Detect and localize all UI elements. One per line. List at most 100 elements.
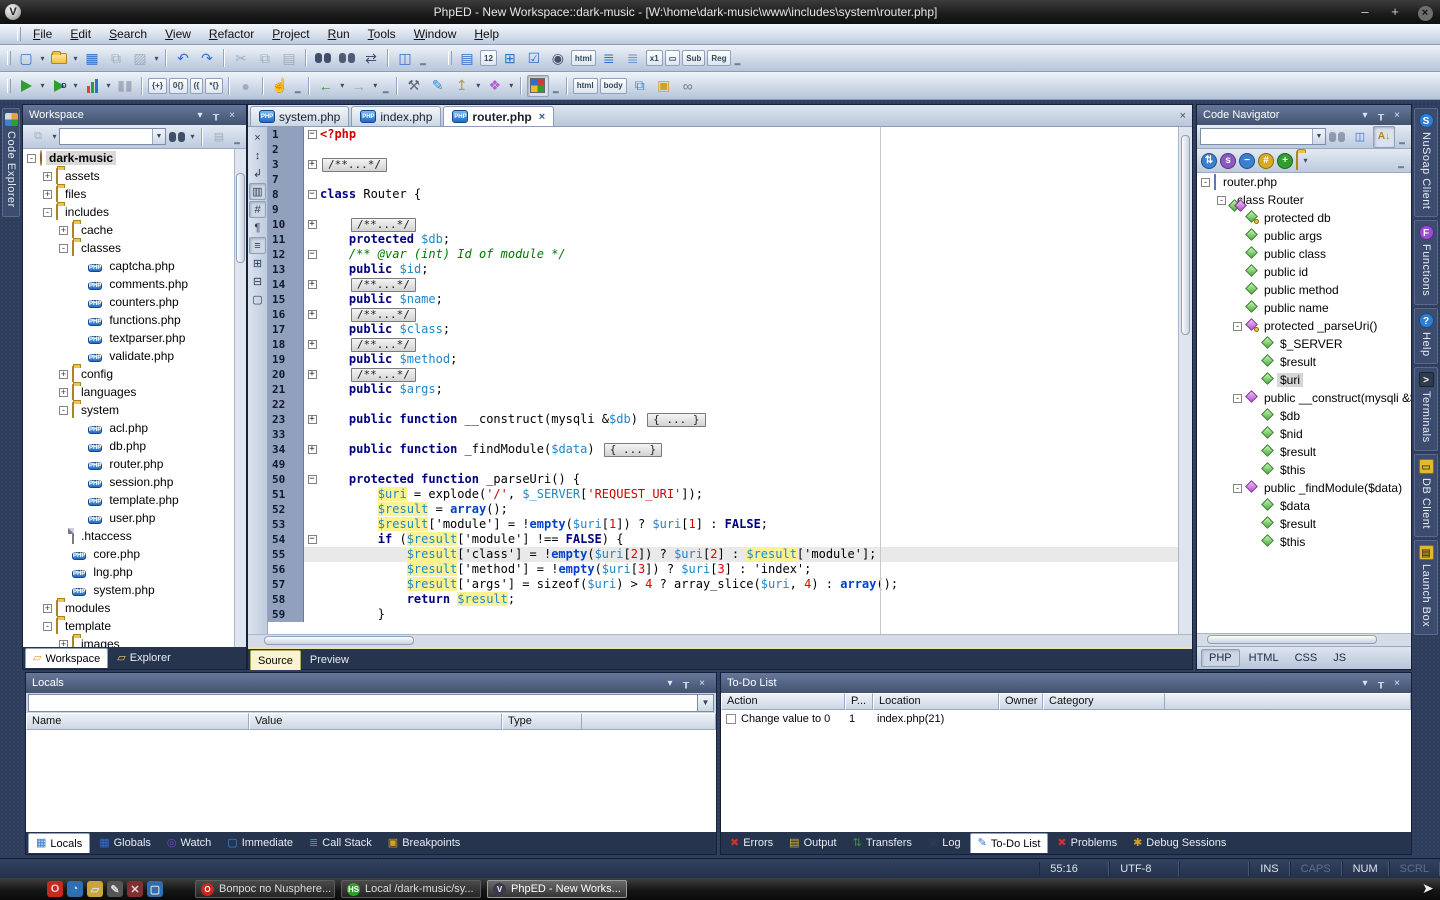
workspace-search-icon[interactable] [169, 132, 185, 142]
minimize-button[interactable]: – [1350, 3, 1380, 21]
column-header-location[interactable]: Location [873, 693, 999, 710]
clear-breakpoints-button[interactable]: *{} [205, 78, 222, 94]
todo-menu-icon[interactable]: ▾ [1357, 678, 1373, 689]
body-insert-button[interactable]: body [600, 78, 627, 94]
word-wrap-button[interactable]: ↲ [249, 165, 266, 182]
navigator-tree-item[interactable]: $this [1197, 533, 1411, 551]
code-line[interactable]: 21 public $args; [268, 382, 1178, 397]
navigator-menu-icon[interactable]: ▾ [1357, 110, 1373, 121]
code-line[interactable]: 55 $result['class'] = !empty($uri[2]) ? … [268, 547, 1178, 562]
checkbox-button[interactable]: ☑ [523, 47, 545, 69]
locals-pin-icon[interactable]: ┰ [678, 678, 694, 689]
fold-collapse-icon[interactable]: − [308, 535, 317, 544]
view-overflow[interactable]: ‗ [550, 75, 562, 97]
workspace-tree-item[interactable]: PHPacl.php [23, 419, 246, 437]
code-line[interactable]: 13 public $id; [268, 262, 1178, 277]
code-line[interactable]: 20+ /**...*/ [268, 367, 1178, 382]
close-button[interactable]: × [1410, 3, 1440, 21]
collapse-icon[interactable]: - [43, 208, 52, 217]
fold-expand-icon[interactable]: + [308, 340, 317, 349]
opera-quicklaunch-icon[interactable]: O [47, 881, 63, 897]
expand-icon[interactable]: + [59, 226, 68, 235]
code-line[interactable]: 54− if ($result['module'] !== FALSE) { [268, 532, 1178, 547]
menu-tools[interactable]: Tools [359, 25, 405, 43]
field-button[interactable]: ▭ [665, 50, 681, 66]
workspace-tree-item[interactable]: +config [23, 365, 246, 383]
workspace-mail-icon[interactable]: ▤ [208, 126, 230, 148]
find-button[interactable] [312, 47, 334, 69]
save-special-button[interactable]: ▨ [129, 47, 151, 69]
menu-refactor[interactable]: Refactor [200, 25, 263, 43]
expand-icon[interactable]: + [59, 640, 68, 648]
chevron-down-icon[interactable]: ▼ [1312, 129, 1325, 144]
code-line[interactable]: 11 protected $db; [268, 232, 1178, 247]
workspace-tree-item[interactable]: +cache [23, 221, 246, 239]
pan-button[interactable]: ☝ [269, 75, 291, 97]
todo-close-icon[interactable]: × [1389, 678, 1405, 689]
collapse-icon[interactable]: - [59, 244, 68, 253]
collapse-icon[interactable]: - [1233, 322, 1242, 331]
tab-css[interactable]: CSS [1288, 650, 1325, 666]
tab-html[interactable]: HTML [1242, 650, 1286, 666]
fold-collapse-icon[interactable]: − [308, 130, 317, 139]
todo-checkbox[interactable] [726, 714, 736, 724]
workspace-search-dropdown[interactable]: ▾ [188, 126, 197, 148]
stop-button[interactable]: ● [235, 75, 257, 97]
code-line[interactable]: 3+/**...*/ [268, 157, 1178, 172]
code-line[interactable]: 15 public $name; [268, 292, 1178, 307]
fold-expand-icon[interactable]: + [308, 445, 317, 454]
code-line[interactable]: 2 [268, 142, 1178, 157]
workspace-close-icon[interactable]: × [224, 110, 240, 121]
nav-overflow[interactable]: ‗ [380, 75, 392, 97]
code-line[interactable]: 33 [268, 427, 1178, 442]
workspace-tree-item[interactable]: +assets [23, 167, 246, 185]
editor-tab-index-php[interactable]: PHPindex.php [351, 106, 441, 126]
editor-tab-system-php[interactable]: PHPsystem.php [250, 106, 349, 126]
toolbar-overflow2[interactable]: ‗ [732, 47, 744, 69]
fold-collapse-icon[interactable]: − [308, 250, 317, 259]
run-in-debugger-dropdown[interactable]: ▾ [71, 75, 80, 97]
fold-expand-icon[interactable]: + [308, 280, 317, 289]
undo-button[interactable]: ↶ [172, 47, 194, 69]
navigator-search-icon[interactable] [1329, 132, 1345, 142]
folded-code-chip[interactable]: /**...*/ [322, 158, 387, 172]
workspace-tree-item[interactable]: PHProuter.php [23, 455, 246, 473]
code-line[interactable]: 23+ public function __construct(mysqli &… [268, 412, 1178, 427]
workspace-tree-item[interactable]: PHPtextparser.php [23, 329, 246, 347]
copy-button[interactable]: ⧉ [254, 47, 276, 69]
cut-button[interactable]: ✂ [230, 47, 252, 69]
expand-icon[interactable]: + [59, 388, 68, 397]
browser-quicklaunch-icon[interactable]: ◔ [67, 881, 83, 897]
toggle-breakpoint-button[interactable]: {+} [148, 78, 167, 94]
fold-collapse-icon[interactable]: − [308, 190, 317, 199]
breakpoint-off-button[interactable]: ({ [190, 78, 204, 94]
tab-help[interactable]: ?Help [1414, 308, 1438, 365]
tab-php[interactable]: PHP [1201, 649, 1240, 667]
fold-expand-icon[interactable]: + [308, 160, 317, 169]
find-in-files-button[interactable] [336, 47, 358, 69]
sub-button[interactable]: Sub [682, 50, 705, 66]
workspace-tree-item[interactable]: +languages [23, 383, 246, 401]
navigator-tree-item[interactable]: public args [1197, 227, 1411, 245]
radio-button[interactable]: ◉ [547, 47, 569, 69]
nav-row-overflow-icon[interactable]: ‗ [1395, 150, 1407, 172]
navigator-tree-item[interactable]: -protected _parseUri() [1197, 317, 1411, 335]
special-chars-button[interactable]: ¶ [249, 219, 266, 236]
taskbar-button[interactable]: HSLocal /dark-music/sy... [341, 880, 481, 898]
workspace-menu-icon[interactable]: ▾ [192, 110, 208, 121]
code-line[interactable]: 59 } [268, 607, 1178, 622]
x1-button[interactable]: x1 [646, 50, 663, 66]
tab-watch[interactable]: ◎Watch [160, 833, 218, 853]
folded-code-chip[interactable]: /**...*/ [351, 218, 416, 232]
xterm-quicklaunch-icon[interactable]: ✕ [127, 881, 143, 897]
open-file-button[interactable] [48, 47, 70, 69]
save-button[interactable]: ▦ [81, 47, 103, 69]
navigator-tree-item[interactable]: public class [1197, 245, 1411, 263]
nav-collapse-button[interactable]: − [1239, 153, 1255, 169]
tab-breakpoints[interactable]: ▣Breakpoints [381, 833, 468, 853]
menu-window[interactable]: Window [405, 25, 466, 43]
collapse-folds-button[interactable]: ⊟ [249, 273, 266, 290]
editor-quicklaunch-icon[interactable]: ✎ [107, 881, 123, 897]
navigator-tree-item[interactable]: $db [1197, 407, 1411, 425]
code-line[interactable]: 8−class Router { [268, 187, 1178, 202]
